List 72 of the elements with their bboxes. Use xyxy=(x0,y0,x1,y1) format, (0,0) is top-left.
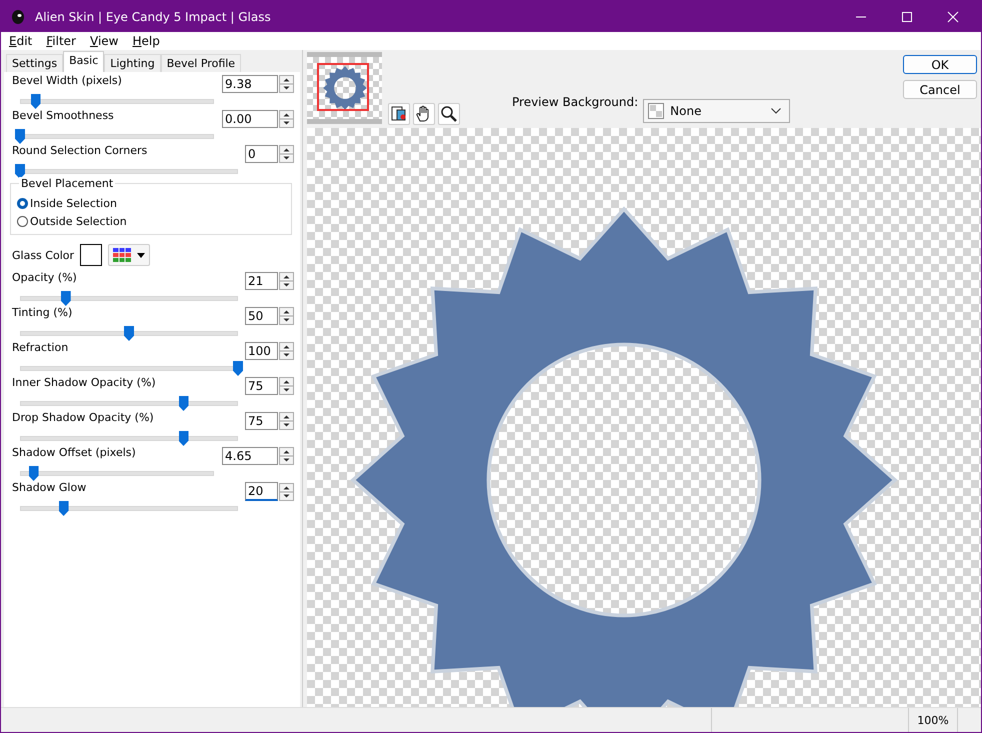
slider-thumb[interactable] xyxy=(178,396,188,411)
palette-dropdown[interactable] xyxy=(108,244,150,266)
slider-thumb[interactable] xyxy=(233,361,243,376)
transparency-icon xyxy=(648,103,664,119)
number-field[interactable]: 0.00 xyxy=(222,110,278,128)
number-field[interactable]: 50 xyxy=(245,307,278,325)
number-field[interactable]: 20 xyxy=(245,482,278,501)
spin-buttons-icon[interactable] xyxy=(279,110,294,128)
radio-option[interactable]: Outside Selection xyxy=(17,212,285,230)
slider-label: Opacity (%) xyxy=(11,271,77,284)
close-icon[interactable] xyxy=(947,10,959,22)
dialog-button[interactable]: Cancel xyxy=(903,80,977,99)
slider-thumb[interactable] xyxy=(15,164,25,179)
chevron-icon xyxy=(771,108,782,114)
tab[interactable]: Bevel Profile xyxy=(160,54,242,72)
frame-thumbnail-drawing xyxy=(320,64,368,112)
tab[interactable]: Basic xyxy=(63,51,104,72)
compare-icon[interactable] xyxy=(388,103,410,125)
number-field[interactable]: 9.38 xyxy=(222,75,278,93)
palette-icon xyxy=(113,248,131,262)
color-swatch[interactable] xyxy=(80,244,102,266)
spin-buttons-icon[interactable] xyxy=(279,412,294,430)
number-field[interactable]: 21 xyxy=(245,272,278,290)
slider-thumb[interactable] xyxy=(58,501,69,516)
number-field[interactable]: 4.65 xyxy=(222,447,278,465)
slider-thumb[interactable] xyxy=(178,431,188,446)
slider-label: Shadow Glow xyxy=(11,481,86,494)
spin-buttons-icon[interactable] xyxy=(279,145,294,163)
slider-label: Bevel Width (pixels) xyxy=(11,74,122,87)
number-field[interactable]: 0 xyxy=(245,145,278,163)
radio-option[interactable]: Inside Selection xyxy=(17,194,285,212)
spin-buttons-icon[interactable] xyxy=(279,482,294,500)
slider-thumb[interactable] xyxy=(124,326,134,341)
spin-buttons-icon[interactable] xyxy=(279,272,294,290)
maximize-icon[interactable] xyxy=(901,10,913,22)
menu-item[interactable]: Help xyxy=(132,34,160,48)
preview-background-label: Preview Background: xyxy=(512,94,638,108)
slider-label: Refraction xyxy=(11,341,68,354)
number-field[interactable]: 100 xyxy=(245,342,278,360)
tab[interactable]: Settings xyxy=(6,54,64,72)
slider-label: Inner Shadow Opacity (%) xyxy=(11,376,156,389)
menu-item[interactable]: View xyxy=(90,34,118,48)
dialog-button[interactable]: OK xyxy=(903,55,977,74)
spin-buttons-icon[interactable] xyxy=(279,342,294,360)
number-field[interactable]: 75 xyxy=(245,377,278,395)
zoom-level: 100% xyxy=(909,708,958,732)
tab[interactable]: Lighting xyxy=(104,54,161,72)
slider-label: Drop Shadow Opacity (%) xyxy=(11,411,154,424)
slider-label: Shadow Offset (pixels) xyxy=(11,446,136,459)
slider-thumb[interactable] xyxy=(15,129,25,144)
slider-label: Tinting (%) xyxy=(11,306,72,319)
navigator-thumbnail[interactable] xyxy=(307,52,382,124)
number-field[interactable]: 75 xyxy=(245,412,278,430)
slider-label: Bevel Smoothness xyxy=(11,109,114,122)
caret-icon xyxy=(137,252,145,258)
menu-item[interactable]: Edit xyxy=(9,34,32,48)
window-title: Alien Skin | Eye Candy 5 Impact | Glass xyxy=(35,10,272,24)
preview-background-dropdown[interactable]: None xyxy=(643,99,790,123)
hand-icon[interactable] xyxy=(413,103,435,125)
group-title: Bevel Placement xyxy=(19,177,116,190)
slider-label: Round Selection Corners xyxy=(11,144,148,157)
color-label: Glass Color xyxy=(11,248,74,262)
spin-buttons-icon[interactable] xyxy=(279,447,294,465)
spin-buttons-icon[interactable] xyxy=(279,377,294,395)
spin-buttons-icon[interactable] xyxy=(279,307,294,325)
slider-thumb[interactable] xyxy=(60,291,71,306)
app-logo-icon xyxy=(10,8,26,24)
slider-thumb[interactable] xyxy=(30,94,41,109)
spin-buttons-icon[interactable] xyxy=(279,75,294,93)
menu-item[interactable]: Filter xyxy=(46,34,76,48)
slider-thumb[interactable] xyxy=(28,466,39,481)
zoom-icon[interactable] xyxy=(438,103,460,125)
